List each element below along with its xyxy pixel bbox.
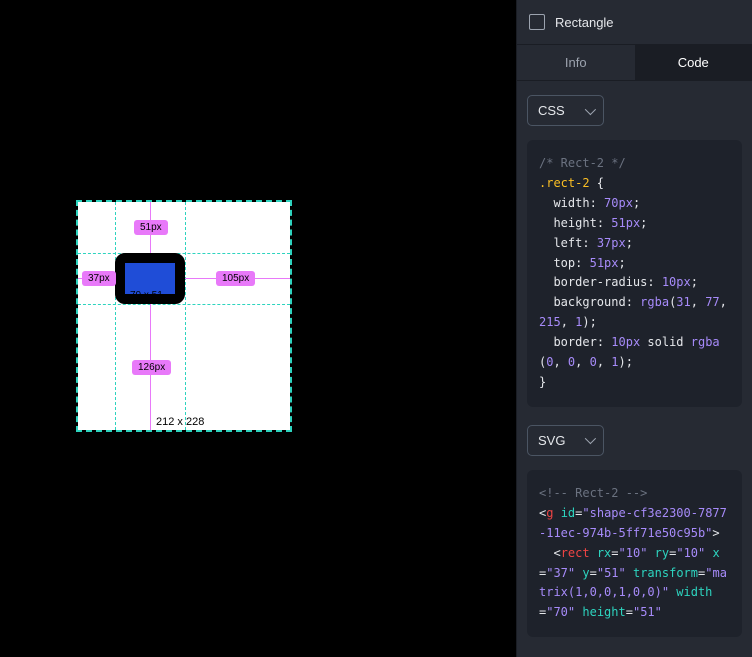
- layer-name: Rectangle: [555, 15, 614, 30]
- tabs: Info Code: [517, 45, 752, 81]
- guide-vertical: [185, 202, 186, 430]
- tab-info[interactable]: Info: [517, 45, 635, 80]
- guide-vertical: [115, 202, 116, 430]
- css-code-block[interactable]: /* Rect-2 */ .rect-2 { width: 70px; heig…: [527, 140, 742, 407]
- panel-body: CSS /* Rect-2 */ .rect-2 { width: 70px; …: [517, 81, 752, 657]
- guide-horizontal: [78, 253, 290, 254]
- artboard[interactable]: 51px 37px 105px 126px 70 x 51 212 x 228: [78, 202, 290, 430]
- chevron-down-icon: [585, 433, 596, 444]
- css-format-select[interactable]: CSS: [527, 95, 604, 126]
- select-value: CSS: [538, 103, 565, 118]
- measure-left-badge: 37px: [82, 271, 116, 286]
- svg-code-block[interactable]: <!-- Rect-2 --> <g id="shape-cf3e2300-78…: [527, 470, 742, 637]
- measure-right-badge: 105px: [216, 271, 255, 286]
- tab-code[interactable]: Code: [635, 45, 752, 80]
- artboard-size-label: 212 x 228: [156, 416, 204, 428]
- guide-horizontal: [78, 304, 290, 305]
- chevron-down-icon: [584, 103, 595, 114]
- rectangle-icon: [529, 14, 545, 30]
- inspector-panel: Rectangle Info Code CSS /* Rect-2 */ .re…: [516, 0, 752, 657]
- shape-size-label: 70 x 51: [130, 290, 163, 301]
- svg-format-select[interactable]: SVG: [527, 425, 604, 456]
- canvas-area[interactable]: 51px 37px 105px 126px 70 x 51 212 x 228: [0, 0, 516, 657]
- measure-top-badge: 51px: [134, 220, 168, 235]
- panel-header: Rectangle: [517, 0, 752, 45]
- measure-bottom-badge: 126px: [132, 360, 171, 375]
- select-value: SVG: [538, 433, 565, 448]
